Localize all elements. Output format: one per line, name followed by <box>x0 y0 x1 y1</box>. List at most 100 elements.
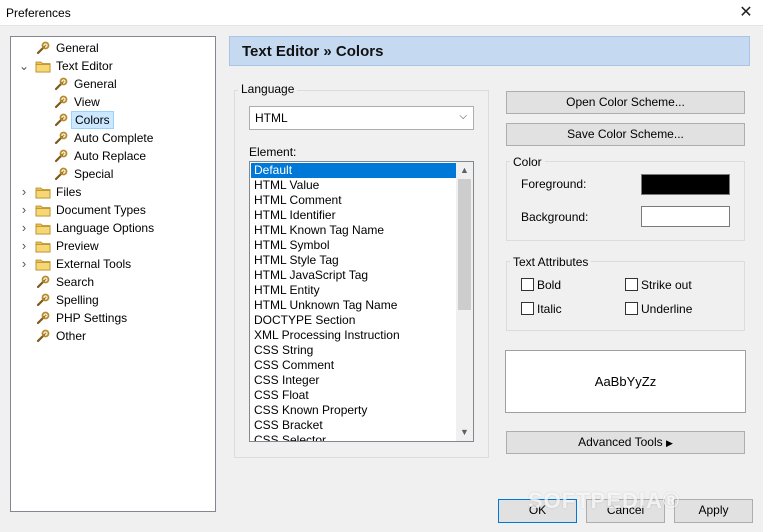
background-label: Background: <box>521 210 589 224</box>
list-item[interactable]: HTML Unknown Tag Name <box>251 298 456 313</box>
watermark: SOFTPEDIA® <box>528 488 681 513</box>
list-item[interactable]: DOCTYPE Section <box>251 313 456 328</box>
folder-icon <box>35 185 51 199</box>
language-select-value: HTML <box>255 111 288 125</box>
element-list[interactable]: Default HTML Value HTML Comment HTML Identi… <box>249 161 474 442</box>
apply-button[interactable]: Apply <box>674 499 753 523</box>
list-item[interactable]: HTML Known Tag Name <box>251 223 456 238</box>
page-title: Text Editor » Colors <box>242 43 384 60</box>
preferences-tree[interactable]: General ⌄ Text Editor General View Colors Auto… <box>10 36 216 512</box>
expand-icon[interactable]: › <box>19 255 29 273</box>
collapse-icon[interactable]: ⌄ <box>19 57 29 75</box>
settings-page-icon <box>53 167 69 181</box>
folder-icon <box>35 203 51 217</box>
settings-page-icon <box>53 113 69 127</box>
folder-icon <box>35 221 51 235</box>
title-bar: Preferences ✕ <box>0 0 763 26</box>
expand-icon[interactable]: › <box>19 219 29 237</box>
folder-icon <box>35 257 51 271</box>
tree-item-label: Special <box>74 167 114 181</box>
tree-item-label: Files <box>56 185 82 199</box>
save-color-scheme-button[interactable]: Save Color Scheme... <box>506 123 745 146</box>
settings-page-icon <box>35 41 51 55</box>
text-attributes-label: Text Attributes <box>510 255 592 269</box>
tree-item-label: Text Editor <box>56 59 113 73</box>
expand-icon[interactable]: › <box>19 183 29 201</box>
strikeout-label: Strike out <box>641 278 692 292</box>
settings-page-icon <box>53 149 69 163</box>
page-header: Text Editor » Colors <box>229 36 750 66</box>
tree-item-label: Language Options <box>56 221 155 235</box>
list-item[interactable]: HTML Entity <box>251 283 456 298</box>
color-group-label: Color <box>510 155 545 169</box>
tree-item-label: Auto Complete <box>74 131 154 145</box>
tree-item-label: General <box>56 41 99 55</box>
list-item[interactable]: CSS Float <box>251 388 456 403</box>
window-title: Preferences <box>6 6 71 20</box>
language-group-label: Language <box>238 82 298 96</box>
scroll-down-icon[interactable]: ▼ <box>456 424 473 441</box>
settings-page-icon <box>53 77 69 91</box>
list-item[interactable]: CSS Comment <box>251 358 456 373</box>
preview-sample-text: AaBbYyZz <box>594 374 657 389</box>
list-item[interactable]: HTML Symbol <box>251 238 456 253</box>
strikeout-checkbox[interactable] <box>625 278 638 291</box>
list-item[interactable]: CSS String <box>251 343 456 358</box>
element-list-items: Default HTML Value HTML Comment HTML Identi… <box>251 163 456 441</box>
expand-icon[interactable]: › <box>19 237 29 255</box>
style-preview: AaBbYyZz <box>505 350 746 413</box>
italic-label: Italic <box>537 302 562 316</box>
list-item[interactable]: CSS Known Property <box>251 403 456 418</box>
scroll-up-icon[interactable]: ▲ <box>456 162 473 179</box>
list-item[interactable]: HTML Value <box>251 178 456 193</box>
settings-page-icon <box>35 275 51 289</box>
foreground-color-swatch[interactable] <box>641 174 730 195</box>
text-attributes-group <box>506 261 745 331</box>
folder-icon <box>35 59 51 73</box>
close-icon[interactable]: ✕ <box>729 0 763 26</box>
tree-item-label: General <box>74 77 117 91</box>
list-item[interactable]: CSS Bracket <box>251 418 456 433</box>
list-item[interactable]: XML Processing Instruction <box>251 328 456 343</box>
tree-item-label: Document Types <box>56 203 146 217</box>
tree-item-label: View <box>74 95 100 109</box>
bold-label: Bold <box>537 278 562 292</box>
underline-checkbox[interactable] <box>625 302 638 315</box>
open-color-scheme-button[interactable]: Open Color Scheme... <box>506 91 745 114</box>
chevron-down-icon: ⌵ <box>459 111 467 122</box>
foreground-label: Foreground: <box>521 177 587 191</box>
color-group <box>506 161 745 241</box>
tree-item-label: Search <box>56 275 95 289</box>
list-item[interactable]: Default <box>251 163 456 178</box>
tree-item-label: External Tools <box>56 257 132 271</box>
tree-item-label: Spelling <box>56 293 99 307</box>
list-item[interactable]: HTML Identifier <box>251 208 456 223</box>
advanced-tools-button[interactable]: Advanced Tools ▶ <box>506 431 745 454</box>
list-item[interactable]: CSS Integer <box>251 373 456 388</box>
element-list-scrollbar[interactable]: ▲ ▼ <box>456 162 473 441</box>
list-item[interactable]: HTML Comment <box>251 193 456 208</box>
arrow-right-icon: ▶ <box>665 438 673 448</box>
italic-checkbox[interactable] <box>521 302 534 315</box>
tree-item-label: Colors <box>71 111 114 129</box>
tree-item-label: Preview <box>56 239 99 253</box>
expand-icon[interactable]: › <box>19 201 29 219</box>
settings-page-icon <box>35 293 51 307</box>
underline-label: Underline <box>641 302 693 316</box>
scroll-thumb[interactable] <box>458 179 471 310</box>
language-select[interactable]: HTML ⌵ <box>249 106 474 130</box>
tree-item-label: Auto Replace <box>74 149 147 163</box>
list-item[interactable]: HTML Style Tag <box>251 253 456 268</box>
settings-page-icon <box>35 329 51 343</box>
list-item[interactable]: HTML JavaScript Tag <box>251 268 456 283</box>
tree-item-label: Other <box>56 329 87 343</box>
folder-icon <box>35 239 51 253</box>
list-item[interactable]: CSS Selector <box>251 433 456 441</box>
bold-checkbox[interactable] <box>521 278 534 291</box>
advanced-tools-label: Advanced Tools <box>578 435 663 449</box>
settings-page-icon <box>53 131 69 145</box>
element-label: Element: <box>249 145 297 159</box>
settings-page-icon <box>35 311 51 325</box>
background-color-swatch[interactable] <box>641 206 730 227</box>
settings-page-icon <box>53 95 69 109</box>
